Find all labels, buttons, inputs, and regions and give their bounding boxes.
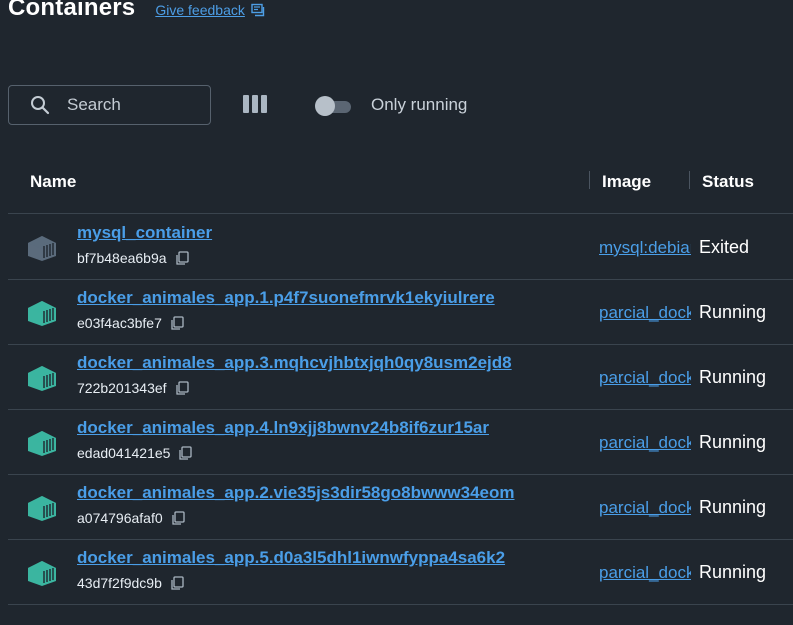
status-text: Running <box>699 562 767 582</box>
image-link[interactable]: parcial_docker <box>599 303 691 323</box>
table-row[interactable]: docker_animales_app.1.p4f7suonefmrvk1eky… <box>8 280 793 345</box>
status-text: Running <box>699 497 767 517</box>
search-input[interactable] <box>67 95 197 115</box>
container-id-text: e03f4ac3bfe7 <box>77 315 162 331</box>
table-row[interactable]: docker_animales_app.5.d0a3l5dhl1iwnwfypp… <box>8 540 793 605</box>
give-feedback-label: Give feedback <box>155 2 245 18</box>
column-separator[interactable] <box>689 171 690 189</box>
image-link[interactable]: mysql:debian <box>599 238 691 258</box>
status-text: Running <box>699 367 767 387</box>
toolbar: Only running <box>8 85 467 125</box>
container-id-text: a074796afaf0 <box>77 510 163 526</box>
container-name-link[interactable]: docker_animales_app.4.ln9xjj8bwnv24b8if6… <box>77 418 489 438</box>
page-title: Containers <box>8 0 136 21</box>
copy-icon[interactable] <box>175 250 189 266</box>
container-id-text: edad041421e5 <box>77 445 171 461</box>
status-text: Running <box>699 302 767 322</box>
columns-icon-bar <box>252 95 258 113</box>
table-row[interactable]: mysql_container bf7b48ea6b9a mysql:debian E… <box>8 215 793 280</box>
page-header: Containers Give feedback <box>8 0 265 22</box>
search-box[interactable] <box>8 85 211 125</box>
copy-icon[interactable] <box>170 575 184 591</box>
search-icon <box>31 96 50 115</box>
columns-icon-bar <box>243 95 249 113</box>
status-text: Exited <box>699 237 750 257</box>
container-id: 43d7f2f9dc9b <box>77 575 184 591</box>
columns-icon-bar <box>261 95 267 113</box>
image-link[interactable]: parcial_docker <box>599 368 691 388</box>
only-running-toggle[interactable] <box>315 96 353 116</box>
container-id-text: 43d7f2f9dc9b <box>77 575 162 591</box>
copy-icon[interactable] <box>171 510 185 526</box>
copy-icon[interactable] <box>170 315 184 331</box>
table-row[interactable]: docker_animales_app.3.mqhcvjhbtxjqh0qy8u… <box>8 345 793 410</box>
container-exited-icon <box>26 234 58 262</box>
copy-icon[interactable] <box>178 445 193 461</box>
image-link[interactable]: parcial_docker <box>599 433 691 453</box>
container-running-icon <box>26 559 58 587</box>
only-running-label: Only running <box>371 95 468 114</box>
container-id-text: 722b201343ef <box>77 380 167 396</box>
container-id: 722b201343ef <box>77 380 189 396</box>
column-separator[interactable] <box>589 171 590 189</box>
container-name-link[interactable]: docker_animales_app.2.vie35js3dir58go8bw… <box>77 483 515 503</box>
copy-icon[interactable] <box>175 380 189 396</box>
container-id-text: bf7b48ea6b9a <box>77 250 167 266</box>
container-id: edad041421e5 <box>77 445 193 461</box>
toggle-knob <box>315 96 335 116</box>
container-running-icon <box>26 429 58 457</box>
column-header-name[interactable]: Name <box>30 172 76 192</box>
feedback-icon <box>251 3 265 17</box>
container-id: bf7b48ea6b9a <box>77 250 189 266</box>
image-link[interactable]: parcial_docker <box>599 563 691 583</box>
container-id: e03f4ac3bfe7 <box>77 315 184 331</box>
status-text: Running <box>699 432 767 452</box>
column-header-image[interactable]: Image <box>602 172 651 192</box>
give-feedback-link[interactable]: Give feedback <box>155 2 265 18</box>
table-row[interactable]: docker_animales_app.2.vie35js3dir58go8bw… <box>8 475 793 540</box>
container-id: a074796afaf0 <box>77 510 185 526</box>
container-running-icon <box>26 494 58 522</box>
container-running-icon <box>26 364 58 392</box>
columns-toggle-button[interactable] <box>243 95 269 115</box>
container-name-link[interactable]: mysql_container <box>77 223 212 243</box>
column-header-status[interactable]: Status <box>702 172 754 192</box>
container-name-link[interactable]: docker_animales_app.5.d0a3l5dhl1iwnwfypp… <box>77 548 505 568</box>
image-link[interactable]: parcial_docker <box>599 498 691 518</box>
container-running-icon <box>26 299 58 327</box>
table-row[interactable]: docker_animales_app.4.ln9xjj8bwnv24b8if6… <box>8 410 793 475</box>
container-name-link[interactable]: docker_animales_app.1.p4f7suonefmrvk1eky… <box>77 288 495 308</box>
container-name-link[interactable]: docker_animales_app.3.mqhcvjhbtxjqh0qy8u… <box>77 353 512 373</box>
table-header: Name Image Status <box>8 160 793 214</box>
